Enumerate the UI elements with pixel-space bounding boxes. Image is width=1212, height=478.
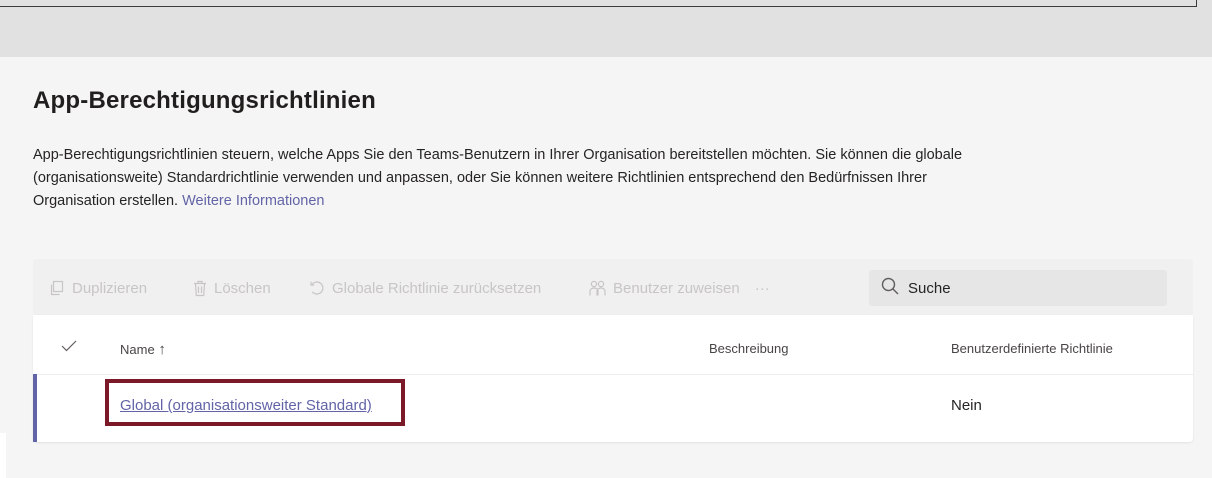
assign-label: Benutzer zuweisen [613,279,740,297]
more-options-button[interactable]: ··· [755,280,770,297]
reset-icon [309,280,325,296]
column-header-name[interactable]: Name ↑ [120,341,166,358]
users-icon [589,280,606,297]
reset-global-policy-button[interactable]: Globale Richtlinie zurücksetzen [309,277,541,299]
page-title: App-Berechtigungsrichtlinien [33,87,376,114]
custom-policy-value: Nein [951,397,982,414]
duplicate-label: Duplizieren [72,279,148,297]
column-header-description[interactable]: Beschreibung [709,341,789,356]
main-content: App-Berechtigungsrichtlinien App-Berecht… [0,57,1212,478]
trash-icon [193,280,207,297]
row-selection-accent [33,374,37,442]
window-edge-corner [1196,0,1197,7]
select-all-checkmark-icon[interactable] [61,339,77,357]
assign-users-button[interactable]: Benutzer zuweisen ··· [589,277,770,299]
learn-more-link[interactable]: Weitere Informationen [182,193,324,209]
sort-ascending-icon: ↑ [158,341,166,358]
description-text: App-Berechtigungsrichtlinien steuern, we… [33,147,963,209]
policies-card: Duplizieren Löschen Globale Richtlinie z… [33,259,1193,442]
top-bar [0,0,1212,57]
column-header-custom-policy[interactable]: Benutzerdefinierte Richtlinie [951,341,1113,356]
table-header: Name ↑ Beschreibung Benutzerdefinierte R… [33,315,1193,375]
search-input[interactable]: Suche [908,280,951,297]
toolbar: Duplizieren Löschen Globale Richtlinie z… [33,259,1193,315]
policies-table: Name ↑ Beschreibung Benutzerdefinierte R… [33,315,1193,442]
search-box[interactable]: Suche [869,270,1167,306]
page-description: App-Berechtigungsrichtlinien steuern, we… [33,144,963,213]
search-icon [881,277,899,299]
policy-name-link[interactable]: Global (organisationsweiter Standard) [120,397,372,414]
table-row[interactable]: Global (organisationsweiter Standard) Ne… [33,374,1193,442]
delete-label: Löschen [214,279,271,297]
window-edge [0,6,1196,7]
reset-label: Globale Richtlinie zurücksetzen [332,279,542,297]
duplicate-icon [49,280,65,296]
delete-button[interactable]: Löschen [193,277,271,299]
duplicate-button[interactable]: Duplizieren [49,277,147,299]
left-edge-gap [0,433,6,478]
column-name-label: Name [120,342,155,357]
